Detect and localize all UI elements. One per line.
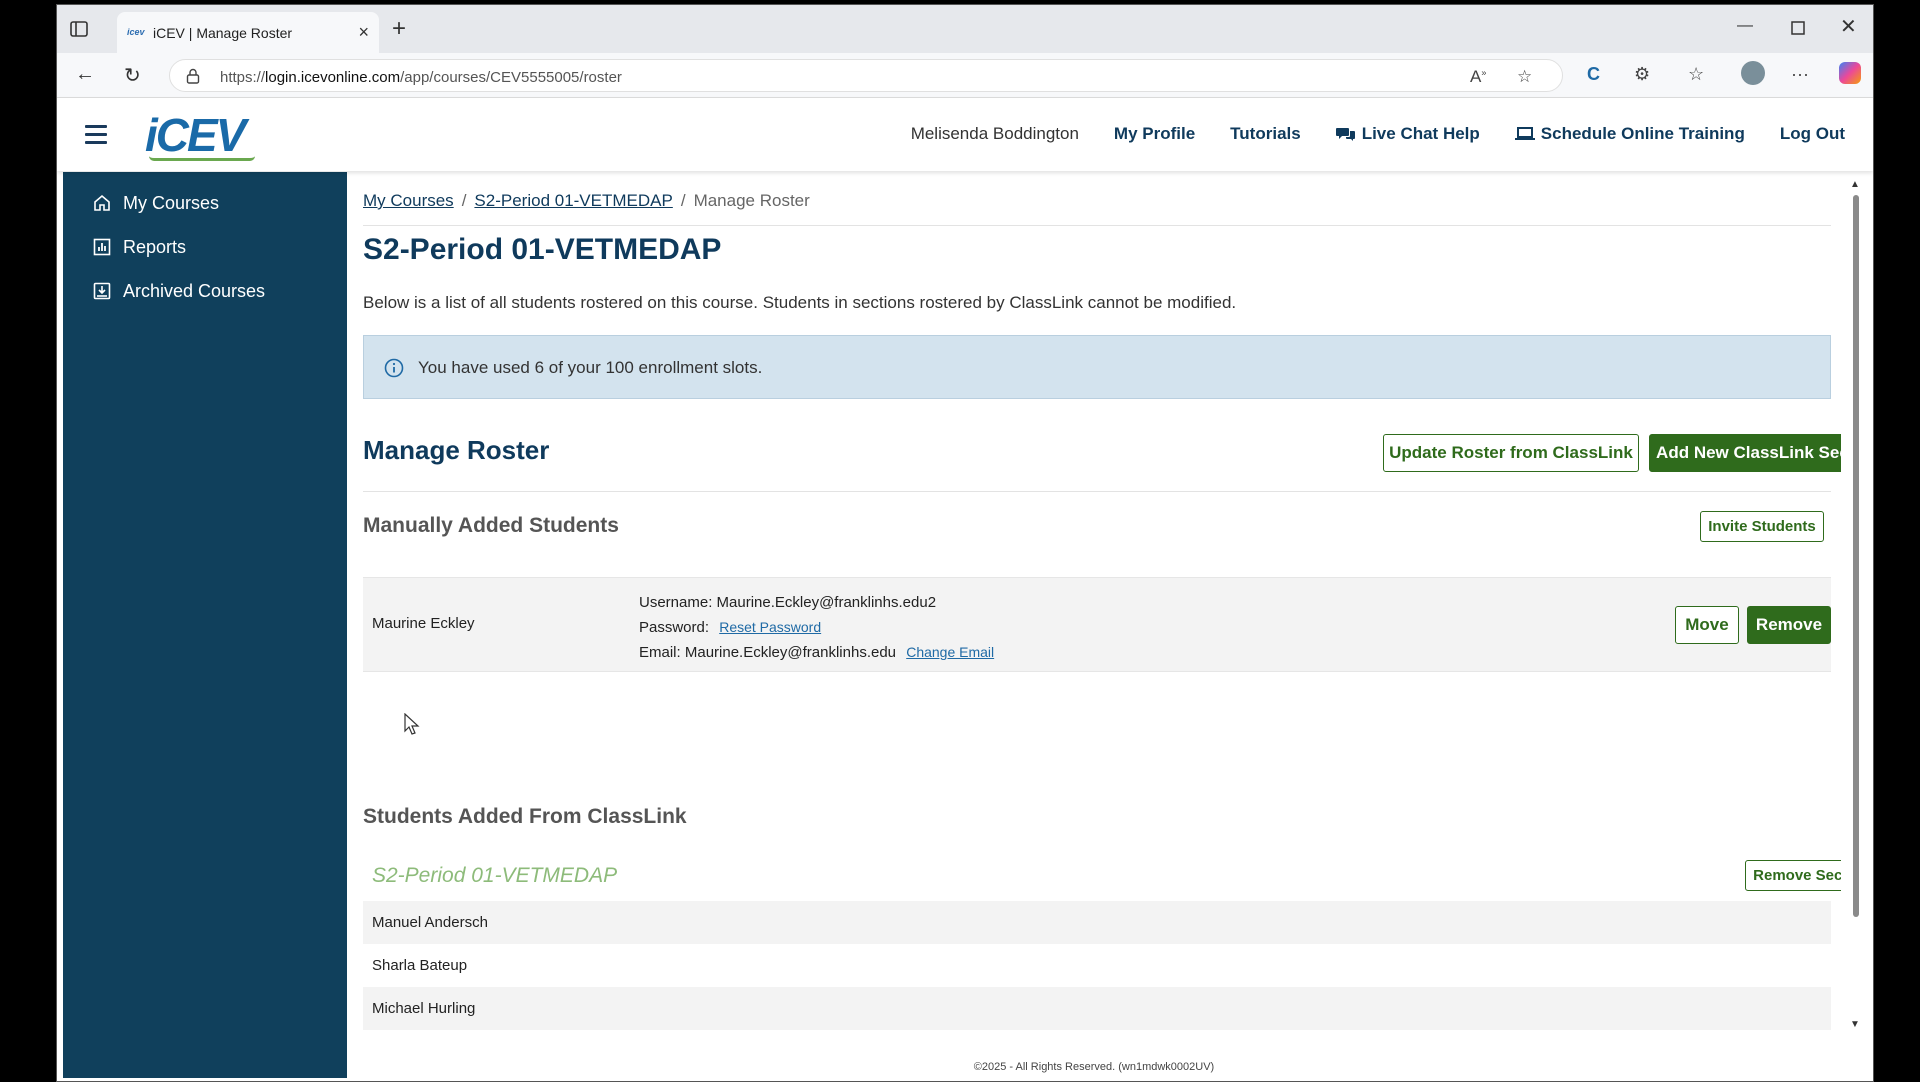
tab-bar: icev iCEV | Manage Roster × + — ✕: [57, 5, 1873, 53]
page-scrollbar[interactable]: ▲ ▼: [1845, 177, 1865, 1037]
invite-students-button[interactable]: Invite Students: [1700, 511, 1824, 542]
email-line: Email: Maurine.Eckley@franklinhs.edu Cha…: [639, 644, 994, 661]
sidebar-item-archived-courses[interactable]: Archived Courses: [63, 269, 347, 313]
scroll-thumb[interactable]: [1853, 195, 1859, 917]
extensions-icon[interactable]: ⚙: [1634, 64, 1650, 85]
page-description: Below is a list of all students rostered…: [363, 293, 1236, 313]
student-row: Maurine Eckley Username: Maurine.Eckley@…: [363, 577, 1831, 672]
manage-roster-title: Manage Roster: [363, 435, 549, 466]
move-button[interactable]: Move: [1675, 606, 1739, 644]
student-name: Manuel Andersch: [372, 914, 488, 931]
icev-logo[interactable]: iCEV: [145, 108, 244, 162]
remove-button[interactable]: Remove: [1747, 606, 1831, 644]
email-value: Maurine.Eckley@franklinhs.edu: [685, 644, 896, 661]
close-tab-icon[interactable]: ×: [358, 22, 369, 43]
chat-icon: [1336, 126, 1356, 142]
tutorials-link[interactable]: Tutorials: [1230, 124, 1301, 144]
browser-window: icev iCEV | Manage Roster × + — ✕ ← ↻ ht…: [56, 4, 1874, 1082]
app-header: iCEV Melisenda Boddington My Profile Tut…: [57, 98, 1873, 171]
sidebar-item-label: Archived Courses: [123, 281, 265, 302]
update-roster-button[interactable]: Update Roster from ClassLink: [1383, 434, 1639, 472]
address-bar[interactable]: https://login.icevonline.com/app/courses…: [169, 59, 1563, 92]
new-tab-icon[interactable]: +: [392, 15, 406, 43]
password-line: Password: Reset Password: [639, 619, 821, 636]
refresh-icon[interactable]: ↻: [124, 63, 141, 88]
username-label: Username:: [639, 594, 712, 611]
sidebar-item-reports[interactable]: Reports: [63, 225, 347, 269]
browser-toolbar: ← ↻ https://login.icevonline.com/app/cou…: [57, 53, 1873, 98]
divider: [363, 491, 1831, 492]
sidebar-item-label: My Courses: [123, 193, 219, 214]
breadcrumb-my-courses[interactable]: My Courses: [363, 191, 454, 210]
breadcrumb-current: Manage Roster: [694, 191, 810, 210]
mouse-cursor-icon: [404, 713, 420, 737]
main-content: My Courses / S2-Period 01-VETMEDAP / Manage …: [347, 171, 1841, 1079]
student-name: Michael Hurling: [372, 1000, 475, 1017]
breadcrumb-course[interactable]: S2-Period 01-VETMEDAP: [474, 191, 672, 210]
user-name: Melisenda Boddington: [911, 124, 1079, 144]
scroll-down-arrow-icon[interactable]: ▼: [1850, 1019, 1860, 1030]
extension-c-icon[interactable]: C: [1587, 64, 1600, 85]
tab-title: iCEV | Manage Roster: [153, 25, 292, 41]
breadcrumb: My Courses / S2-Period 01-VETMEDAP / Manage …: [363, 191, 810, 211]
student-name: Sharla Bateup: [372, 957, 467, 974]
classlink-section-name: S2-Period 01-VETMEDAP: [372, 864, 617, 888]
more-icon[interactable]: ···: [1791, 64, 1809, 85]
breadcrumb-separator: /: [462, 191, 467, 210]
top-nav: Melisenda Boddington My Profile Tutorial…: [911, 124, 1845, 144]
hamburger-menu-icon[interactable]: [85, 125, 107, 149]
username-value: Maurine.Eckley@franklinhs.edu2: [717, 594, 937, 611]
tab-actions-icon[interactable]: [69, 19, 89, 39]
chart-icon: [93, 238, 111, 256]
email-label: Email:: [639, 644, 681, 661]
home-icon: [93, 194, 111, 212]
live-chat-link[interactable]: Live Chat Help: [1336, 124, 1480, 144]
favicon-icon: icev: [127, 27, 145, 37]
breadcrumb-separator: /: [681, 191, 686, 210]
sidebar: My Courses Reports Archived Courses: [63, 172, 347, 1078]
logo-swoosh: [149, 156, 255, 161]
student-name: Maurine Eckley: [372, 615, 475, 632]
username-line: Username: Maurine.Eckley@franklinhs.edu2: [639, 594, 936, 611]
maximize-icon[interactable]: [1791, 21, 1805, 35]
url-text[interactable]: https://login.icevonline.com/app/courses…: [220, 69, 622, 86]
reset-password-link[interactable]: Reset Password: [719, 619, 821, 635]
my-profile-link[interactable]: My Profile: [1114, 124, 1195, 144]
archive-icon: [93, 282, 111, 300]
profile-avatar[interactable]: [1741, 61, 1765, 85]
table-row: Sharla Bateup: [363, 944, 1831, 987]
lock-icon[interactable]: [186, 68, 200, 84]
classlink-students-title: Students Added From ClassLink: [363, 805, 687, 829]
favorites-icon[interactable]: ☆: [1688, 64, 1704, 85]
log-out-link[interactable]: Log Out: [1780, 124, 1845, 144]
schedule-training-link[interactable]: Schedule Online Training: [1515, 124, 1745, 144]
minimize-icon[interactable]: —: [1737, 17, 1753, 35]
laptop-icon: [1515, 126, 1535, 142]
live-chat-label: Live Chat Help: [1362, 124, 1480, 144]
copilot-icon[interactable]: [1839, 62, 1861, 84]
info-icon: [384, 358, 404, 378]
footer-copyright: ©2025 - All Rights Reserved. (wn1mdwk000…: [347, 1061, 1841, 1073]
favorite-star-icon[interactable]: ☆: [1517, 67, 1532, 87]
divider: [363, 225, 1831, 226]
remove-section-button[interactable]: Remove Section: [1745, 860, 1841, 891]
table-row: Michael Hurling: [363, 987, 1831, 1030]
add-classlink-section-button[interactable]: Add New ClassLink Section: [1649, 434, 1841, 472]
table-row: Manuel Andersch: [363, 901, 1831, 944]
password-label: Password:: [639, 619, 709, 636]
enrollment-info-text: You have used 6 of your 100 enrollment s…: [418, 358, 762, 378]
browser-tab[interactable]: icev iCEV | Manage Roster ×: [117, 12, 379, 53]
manual-students-title: Manually Added Students: [363, 514, 619, 538]
scroll-up-arrow-icon[interactable]: ▲: [1850, 179, 1860, 190]
schedule-training-label: Schedule Online Training: [1541, 124, 1745, 144]
close-window-icon[interactable]: ✕: [1840, 14, 1857, 39]
sidebar-item-my-courses[interactable]: My Courses: [63, 181, 347, 225]
page-title: S2-Period 01-VETMEDAP: [363, 233, 721, 267]
back-icon[interactable]: ←: [75, 63, 95, 86]
read-aloud-icon[interactable]: A»: [1470, 67, 1486, 87]
enrollment-info-alert: You have used 6 of your 100 enrollment s…: [363, 335, 1831, 399]
change-email-link[interactable]: Change Email: [906, 644, 994, 660]
sidebar-item-label: Reports: [123, 237, 186, 258]
